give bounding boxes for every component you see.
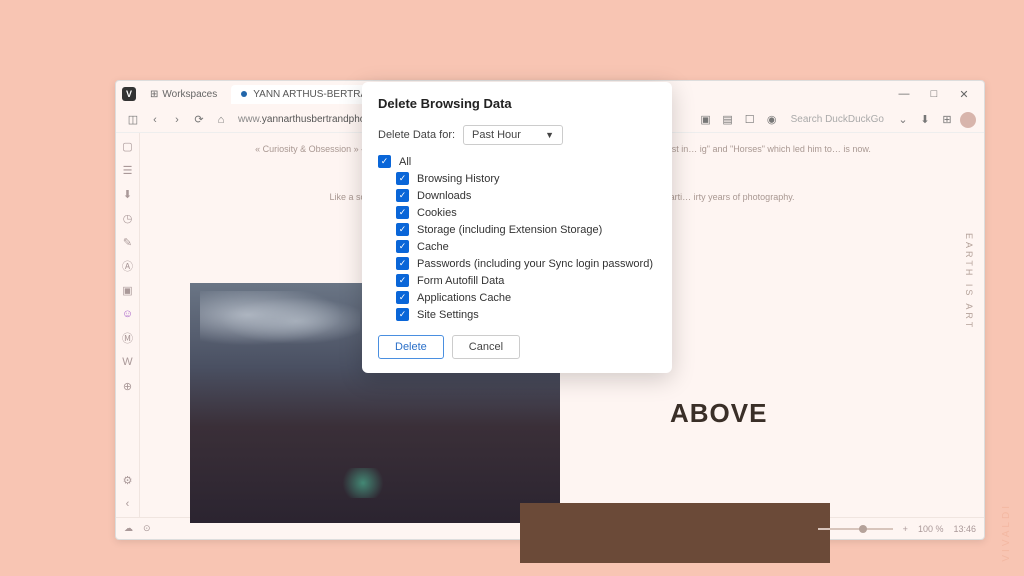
add-panel-icon[interactable]: ⊕ <box>121 379 135 393</box>
wiki-panel-icon[interactable]: W <box>121 355 135 369</box>
bookmark-icon[interactable]: ☐ <box>741 111 759 129</box>
workspaces-icon: ⊞ <box>150 89 158 100</box>
feed-panel-icon[interactable]: Ⓜ <box>121 331 135 345</box>
block-icon[interactable]: ▣ <box>697 111 715 129</box>
forward-button[interactable]: › <box>168 111 186 129</box>
title-above: ABOVE <box>670 398 767 429</box>
checkbox-label: Cookies <box>417 207 457 219</box>
window-panel-icon[interactable]: ▣ <box>121 283 135 297</box>
panel-toggle-icon[interactable]: ◫ <box>124 111 142 129</box>
checkbox-box[interactable] <box>396 308 409 321</box>
checkbox-label: Form Autofill Data <box>417 275 504 287</box>
workspaces-button[interactable]: ⊞ Workspaces <box>142 87 225 102</box>
checkbox-cache[interactable]: Cache <box>396 240 656 253</box>
reading-list-icon[interactable]: ☰ <box>121 163 135 177</box>
vertical-heading: EARTH IS ART <box>964 233 974 330</box>
downloads-panel-icon[interactable]: ⬇ <box>121 187 135 201</box>
sidebar: ▢ ☰ ⬇ ◷ ✎ Ⓐ ▣ ☺ Ⓜ W ⊕ ⚙ ‹ <box>116 133 140 517</box>
checkbox-cookies[interactable]: Cookies <box>396 206 656 219</box>
status-indicator-icon[interactable]: ⊙ <box>143 523 151 534</box>
checkbox-box[interactable] <box>396 274 409 287</box>
zoom-in-icon[interactable]: + <box>903 524 908 534</box>
checkbox-autofill[interactable]: Form Autofill Data <box>396 274 656 287</box>
dialog-title: Delete Browsing Data <box>378 96 656 111</box>
checkbox-box[interactable] <box>396 223 409 236</box>
bookmarks-panel-icon[interactable]: ▢ <box>121 139 135 153</box>
reader-icon[interactable]: ▤ <box>719 111 737 129</box>
window-controls: — □ ✕ <box>890 85 978 103</box>
delete-for-label: Delete Data for: <box>378 129 455 141</box>
maximize-button[interactable]: □ <box>920 85 948 103</box>
checkbox-box[interactable] <box>396 257 409 270</box>
toolbar-right: ▣ ▤ ☐ ◉ Search DuckDuckGo ⌄ ⬇ ⊞ <box>697 111 976 129</box>
back-button[interactable]: ‹ <box>146 111 164 129</box>
checkbox-label: Site Settings <box>417 309 479 321</box>
translate-panel-icon[interactable]: Ⓐ <box>121 259 135 273</box>
checkbox-box[interactable] <box>396 240 409 253</box>
reload-button[interactable]: ⟳ <box>190 111 208 129</box>
checkbox-all-label: All <box>399 156 411 168</box>
sync-status-icon[interactable]: ☁ <box>124 523 133 534</box>
checkbox-box[interactable] <box>396 291 409 304</box>
checkbox-label: Passwords (including your Sync login pas… <box>417 258 653 270</box>
vivaldi-watermark: VIVALDI <box>1001 503 1012 562</box>
checkbox-site-settings[interactable]: Site Settings <box>396 308 656 321</box>
search-engine-icon[interactable]: ◉ <box>763 111 781 129</box>
cancel-button[interactable]: Cancel <box>452 335 520 359</box>
checkbox-all-box[interactable] <box>378 155 391 168</box>
zoom-thumb[interactable] <box>859 525 867 533</box>
checkbox-box[interactable] <box>396 189 409 202</box>
checkbox-label: Browsing History <box>417 173 500 185</box>
time-range-select[interactable]: Past Hour ▼ <box>463 125 563 145</box>
url-prefix: www. <box>238 114 262 125</box>
checkbox-box[interactable] <box>396 206 409 219</box>
dropdown-icon[interactable]: ⌄ <box>894 111 912 129</box>
settings-icon[interactable]: ⚙ <box>121 473 135 487</box>
minimize-button[interactable]: — <box>890 85 918 103</box>
home-button[interactable]: ⌂ <box>212 111 230 129</box>
extensions-icon[interactable]: ⊞ <box>938 111 956 129</box>
favicon-dot <box>241 91 247 97</box>
brown-photo-block <box>520 503 830 563</box>
delete-button[interactable]: Delete <box>378 335 444 359</box>
zoom-value: 100 % <box>918 524 944 534</box>
checkbox-label: Storage (including Extension Storage) <box>417 224 602 236</box>
profile-avatar[interactable] <box>960 112 976 128</box>
checkbox-label: Downloads <box>417 190 471 202</box>
workspaces-label: Workspaces <box>162 89 217 100</box>
close-window-button[interactable]: ✕ <box>950 85 978 103</box>
checkbox-passwords[interactable]: Passwords (including your Sync login pas… <box>396 257 656 270</box>
chat-panel-icon[interactable]: ☺ <box>121 307 135 321</box>
history-panel-icon[interactable]: ◷ <box>121 211 135 225</box>
search-input[interactable]: Search DuckDuckGo <box>785 112 890 127</box>
download-icon[interactable]: ⬇ <box>916 111 934 129</box>
vivaldi-logo[interactable]: V <box>122 87 136 101</box>
checkbox-browsing-history[interactable]: Browsing History <box>396 172 656 185</box>
checkbox-label: Applications Cache <box>417 292 511 304</box>
collapse-panel-icon[interactable]: ‹ <box>121 497 135 511</box>
checkbox-storage[interactable]: Storage (including Extension Storage) <box>396 223 656 236</box>
select-value: Past Hour <box>472 129 521 141</box>
clock-time: 13:46 <box>953 524 976 534</box>
notes-panel-icon[interactable]: ✎ <box>121 235 135 249</box>
chevron-down-icon: ▼ <box>545 130 554 140</box>
delete-browsing-data-dialog: Delete Browsing Data Delete Data for: Pa… <box>362 82 672 373</box>
checkbox-label: Cache <box>417 241 449 253</box>
zoom-slider[interactable] <box>818 528 893 530</box>
checkbox-all[interactable]: All <box>378 155 656 168</box>
checkbox-downloads[interactable]: Downloads <box>396 189 656 202</box>
checkbox-box[interactable] <box>396 172 409 185</box>
checkbox-app-cache[interactable]: Applications Cache <box>396 291 656 304</box>
